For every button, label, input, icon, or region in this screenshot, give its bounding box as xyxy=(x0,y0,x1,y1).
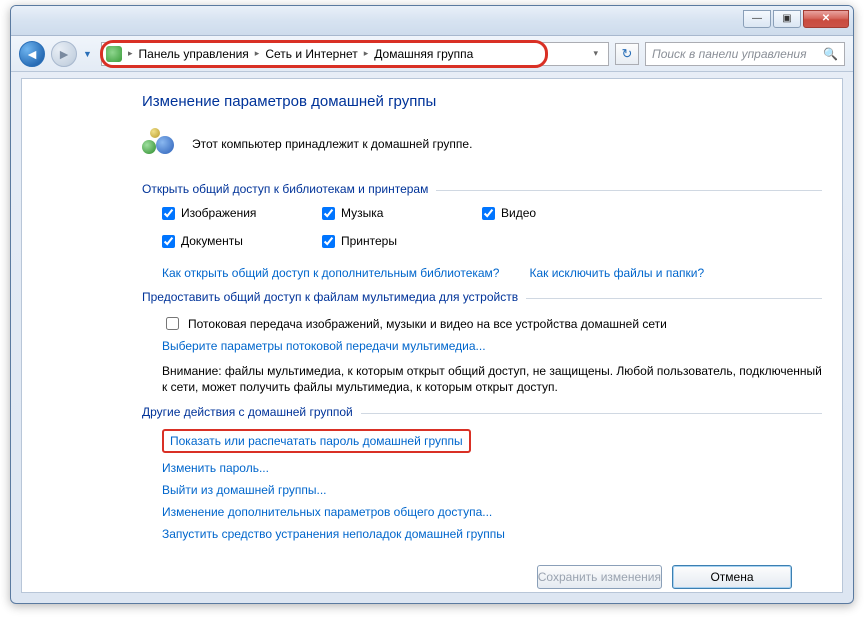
link-leave-group[interactable]: Выйти из домашней группы... xyxy=(162,483,822,497)
breadcrumb-dropdown[interactable]: ▾ xyxy=(587,48,604,59)
forward-button[interactable]: ► xyxy=(51,41,77,67)
minimize-button[interactable]: — xyxy=(743,10,771,28)
annotation-highlight: Показать или распечатать пароль домашней… xyxy=(162,429,471,453)
section-header-actions: Другие действия с домашней группой xyxy=(142,405,822,419)
link-stream-settings[interactable]: Выберите параметры потоковой передачи му… xyxy=(162,339,486,353)
window-frame: — ▣ ✕ ◄ ► ▼ ▸ Панель управления ▸ Сеть и… xyxy=(10,5,854,604)
checkbox-input[interactable] xyxy=(166,317,179,330)
search-icon: 🔍 xyxy=(823,47,838,61)
breadcrumb-separator: ▸ xyxy=(251,48,264,59)
section-header-share: Открыть общий доступ к библиотекам и при… xyxy=(142,182,822,196)
homegroup-icon xyxy=(106,46,122,62)
checkbox-input[interactable] xyxy=(162,207,175,220)
checkbox-printers[interactable]: Принтеры xyxy=(322,234,482,248)
search-placeholder: Поиск в панели управления xyxy=(652,47,807,61)
save-button[interactable]: Сохранить изменения xyxy=(537,565,662,589)
breadcrumb-separator: ▸ xyxy=(360,48,373,59)
back-button[interactable]: ◄ xyxy=(19,41,45,67)
checkbox-documents[interactable]: Документы xyxy=(162,234,322,248)
link-troubleshoot[interactable]: Запустить средство устранения неполадок … xyxy=(162,527,822,541)
checkbox-input[interactable] xyxy=(162,235,175,248)
close-button[interactable]: ✕ xyxy=(803,10,849,28)
breadcrumb-item[interactable]: Домашняя группа xyxy=(372,47,475,61)
checkbox-streaming[interactable]: Потоковая передача изображений, музыки и… xyxy=(162,314,822,333)
page-title: Изменение параметров домашней группы xyxy=(142,93,822,110)
breadcrumb-item[interactable]: Сеть и Интернет xyxy=(263,47,359,61)
checkbox-input[interactable] xyxy=(322,207,335,220)
breadcrumb-separator: ▸ xyxy=(124,48,137,59)
media-warning-text: Внимание: файлы мультимедиа, к которым о… xyxy=(162,363,822,395)
belongs-text: Этот компьютер принадлежит к домашней гр… xyxy=(192,137,472,151)
cancel-button[interactable]: Отмена xyxy=(672,565,792,589)
refresh-button[interactable]: ↻ xyxy=(615,43,639,65)
link-exclude-files[interactable]: Как исключить файлы и папки? xyxy=(529,266,704,280)
titlebar: — ▣ ✕ xyxy=(11,6,853,36)
breadcrumb-item[interactable]: Панель управления xyxy=(137,47,251,61)
checkbox-video[interactable]: Видео xyxy=(482,206,642,220)
navigation-bar: ◄ ► ▼ ▸ Панель управления ▸ Сеть и Интер… xyxy=(11,36,853,72)
checkbox-input[interactable] xyxy=(482,207,495,220)
link-additional-libs[interactable]: Как открыть общий доступ к дополнительны… xyxy=(162,266,499,280)
checkbox-images[interactable]: Изображения xyxy=(162,206,322,220)
breadcrumb[interactable]: ▸ Панель управления ▸ Сеть и Интернет ▸ … xyxy=(101,42,609,66)
link-change-password[interactable]: Изменить пароль... xyxy=(162,461,822,475)
homegroup-logo-icon xyxy=(142,128,178,160)
section-header-media: Предоставить общий доступ к файлам мульт… xyxy=(142,290,822,304)
history-dropdown[interactable]: ▼ xyxy=(83,49,95,59)
content-area: Изменение параметров домашней группы Это… xyxy=(21,78,843,593)
maximize-button[interactable]: ▣ xyxy=(773,10,801,28)
link-show-password[interactable]: Показать или распечатать пароль домашней… xyxy=(170,434,463,448)
checkbox-input[interactable] xyxy=(322,235,335,248)
search-input[interactable]: Поиск в панели управления 🔍 xyxy=(645,42,845,66)
link-advanced-sharing[interactable]: Изменение дополнительных параметров обще… xyxy=(162,505,822,519)
checkbox-music[interactable]: Музыка xyxy=(322,206,482,220)
